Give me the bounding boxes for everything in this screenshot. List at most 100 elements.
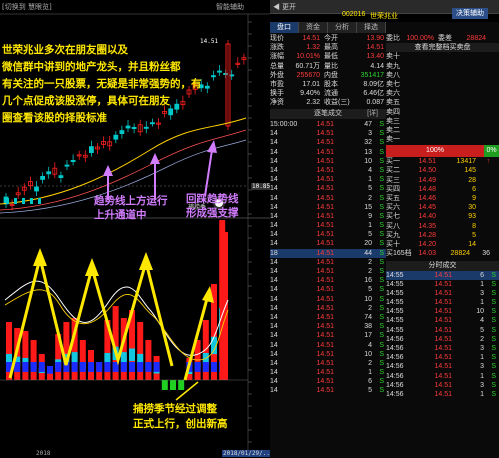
- order-book: 委比 100.00% 委差 28824 查看完整档买卖盘 卖十 卖九 卖八 卖七 卖六 卖五 卖四 卖三…: [386, 34, 499, 399]
- min-trade-volume: 1: [480, 280, 484, 288]
- trade-time: 14: [270, 258, 278, 266]
- buy-level-label: 买六: [386, 204, 400, 212]
- trade-volume: 5: [368, 286, 372, 294]
- trade-row: 14 14.51 5 S: [270, 230, 386, 239]
- sell-level-label: 卖一: [386, 136, 400, 144]
- quote-label: 今开: [324, 35, 338, 42]
- indicator-blue-segment: [104, 362, 111, 372]
- annotation-support-line: 回踩趋势线: [186, 193, 239, 205]
- quote-panel: ◀ 更开 002016 世荣兆业 决策辅助 盘口 资金 分析 择选 现价 14.5…: [270, 0, 499, 458]
- trade-row: 18 14.51 44 S: [270, 248, 386, 258]
- tab-pankou[interactable]: 盘口: [270, 22, 299, 33]
- trade-volume: 1: [368, 222, 372, 230]
- candle-body: [46, 171, 52, 175]
- quote-row: 换手 9.40% 流通 6.46亿: [270, 89, 386, 98]
- year-label: 2018: [36, 450, 51, 457]
- min-trade-time: 14:55: [386, 326, 404, 334]
- trade-volume: 16: [364, 277, 372, 285]
- min-trade-time: 14:56: [386, 335, 404, 343]
- trade-price: 14.51: [316, 359, 334, 367]
- trade-price: 14.51: [316, 212, 334, 220]
- candle-body: [34, 186, 39, 192]
- min-trade-flag: S: [491, 289, 496, 297]
- trade-volume: 47: [364, 121, 372, 128]
- collapse-toggle[interactable]: ◀ 更开: [273, 2, 296, 12]
- min-trade-flag: S: [491, 308, 496, 316]
- trade-volume: 5: [368, 185, 372, 193]
- tab-zijin[interactable]: 资金: [299, 22, 328, 33]
- buy-level-volume: 93: [468, 213, 476, 221]
- trade-volume: 4: [368, 166, 372, 174]
- buy-level-label: 买七: [386, 213, 400, 221]
- trade-volume: 2: [368, 194, 372, 202]
- min-trade-price: 14.51: [434, 335, 452, 343]
- buy-level-extra: [476, 203, 490, 212]
- arrow-support: [204, 149, 213, 197]
- min-trade-flag: S: [491, 299, 496, 307]
- trade-time: 15:00:00: [270, 121, 298, 128]
- min-trade-price: 14.51: [434, 280, 452, 288]
- min-trade-time: 14:55: [386, 280, 404, 288]
- buy-level-volume: 28: [468, 176, 476, 184]
- trade-flag: S: [379, 176, 384, 184]
- trade-flag: S: [379, 121, 384, 128]
- small-marker: [38, 198, 41, 204]
- buy-level-extra: [476, 194, 490, 203]
- quote-row: 涨跌 1.32 最高 14.51: [270, 43, 386, 52]
- trade-volume: 13: [364, 148, 372, 156]
- trade-time: 14: [270, 222, 278, 230]
- trade-flag: S: [379, 332, 384, 340]
- buy-level-label: 买一: [386, 158, 400, 166]
- buy-total-extra: 36: [482, 250, 490, 258]
- indicator-green-bar: [161, 380, 168, 390]
- trade-volume: 74: [364, 313, 372, 321]
- trade-row: 14 14.51 13 S: [270, 148, 386, 157]
- annotation-bottom: 捕捞季节经过调整 正式上行，创出新高: [133, 402, 228, 432]
- candle-body: [64, 164, 70, 167]
- quote-label: 股本: [324, 80, 338, 88]
- buy-level-volume: 9: [472, 195, 476, 202]
- smart-assist-link[interactable]: 智能辅助: [216, 2, 244, 12]
- indicator-blue-segment: [129, 362, 135, 372]
- trade-flag: S: [379, 166, 384, 174]
- trade-row: 14 14.51 4 S: [270, 166, 386, 175]
- quote-value: 1.32: [306, 44, 320, 52]
- kline-chart-area[interactable]: [切换到 慧眼览] 智能辅助 14.51 10.85 2018 2018/01/…: [0, 0, 275, 458]
- min-trade-row: 14:56 14.51 2 S: [386, 335, 499, 344]
- trade-price: 14.51: [316, 286, 334, 294]
- min-trade-time: 14:55: [386, 289, 404, 297]
- trades-detail-link[interactable]: [详]: [367, 109, 378, 119]
- ob-full-link[interactable]: 查看完整档买卖盘: [386, 43, 499, 52]
- buy-total-volume: 28824: [450, 250, 470, 258]
- quote-row: 市盈 17.01 股本 8.09亿: [270, 80, 386, 89]
- trade-row: 14 14.51 2 S: [270, 258, 386, 267]
- quote-label: 涨幅: [270, 53, 284, 61]
- min-trade-volume: 3: [480, 381, 484, 389]
- indicator-red-bar: [145, 340, 152, 380]
- small-marker: [30, 198, 33, 204]
- trades-list[interactable]: 15:00:00 14.51 47 S 14 14.51 3 S 14 14.51 32 S 14 14.…: [270, 120, 386, 396]
- quote-label: 流通: [324, 90, 338, 98]
- min-trade-price: 14.51: [434, 363, 452, 371]
- tab-zexuan[interactable]: 择选: [357, 22, 386, 33]
- trade-row: 14 14.51 38 S: [270, 322, 386, 331]
- tab-fenxi[interactable]: 分析: [328, 22, 357, 33]
- trade-volume: 9: [368, 212, 372, 220]
- buy-level-volume: 5: [472, 231, 476, 239]
- buy-level-row: 买一 14.51 13417 ↑: [386, 157, 499, 166]
- min-trade-flag: S: [491, 271, 496, 279]
- trade-time: 14: [270, 332, 278, 340]
- quote-label: 涨跌: [270, 44, 284, 52]
- trade-flag: S: [379, 268, 384, 275]
- decision-assist-button[interactable]: 决策辅助: [452, 8, 488, 19]
- ob-full-link-row[interactable]: 查看完整档买卖盘: [386, 43, 499, 53]
- buy-total-price: 14.03: [418, 250, 436, 258]
- trade-row: 14 14.51 5 S: [270, 386, 386, 395]
- indicator-red-bar: [30, 340, 37, 380]
- annotation-main-line: 有关注的一只股票，无疑是非常强势的，有: [2, 78, 202, 90]
- zigzag-head-2: [85, 258, 99, 276]
- sell-level-row: 卖一: [386, 135, 499, 144]
- indicator-cyan-segment: [120, 352, 127, 364]
- indicator-blue-segment: [38, 362, 45, 372]
- toolbar-switch-link[interactable]: [切换到 慧眼览]: [2, 2, 52, 12]
